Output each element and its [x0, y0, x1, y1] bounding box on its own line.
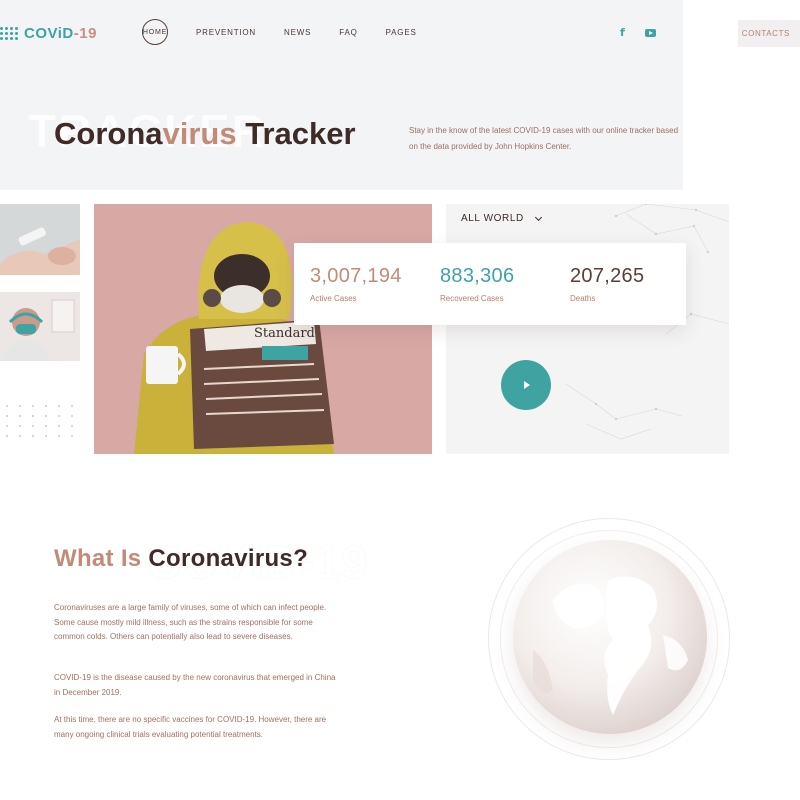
- section-title: What Is Coronavirus?: [54, 545, 309, 572]
- stat-deaths: 207,265 Deaths: [570, 265, 644, 303]
- stat-label: Deaths: [570, 294, 596, 303]
- contacts-button[interactable]: CONTACTS: [738, 20, 800, 47]
- decorative-dots: [6, 405, 76, 437]
- stats-card: 3,007,194 Active Cases 883,306 Recovered…: [294, 243, 686, 325]
- youtube-icon[interactable]: [645, 27, 656, 37]
- stat-label: Active Cases: [310, 294, 357, 303]
- facebook-icon[interactable]: f: [620, 27, 625, 39]
- chevron-down-icon: [534, 213, 542, 221]
- stat-recovered-cases: 883,306 Recovered Cases: [440, 265, 514, 303]
- nav-item-prevention[interactable]: PREVENTION: [196, 28, 256, 37]
- page-title: Coronavirus Tracker: [54, 116, 356, 151]
- logo-text: COViD-19: [24, 24, 97, 42]
- svg-text:Standard: Standard: [254, 326, 315, 341]
- virus-logo-icon: [0, 22, 20, 44]
- stat-active-cases: 3,007,194 Active Cases: [310, 265, 402, 303]
- globe-illustration: [513, 540, 707, 734]
- region-label: ALL WORLD: [461, 213, 524, 224]
- about-paragraph: At this time, there are no specific vacc…: [54, 715, 327, 739]
- stat-value: 3,007,194: [310, 265, 402, 287]
- about-paragraph: COVID-19 is the disease caused by the ne…: [54, 673, 336, 697]
- hand-sanitizer-thumbnail[interactable]: [0, 204, 80, 275]
- masked-doctor-thumbnail[interactable]: [0, 292, 80, 361]
- stat-value: 883,306: [440, 265, 515, 287]
- main-nav: HOME PREVENTION NEWS FAQ PAGES: [142, 19, 445, 45]
- stat-label: Recovered Cases: [440, 294, 504, 303]
- hero-description: Stay in the know of the latest COVID-19 …: [409, 126, 679, 151]
- world-map-panel: [446, 204, 729, 454]
- play-video-button[interactable]: [501, 360, 551, 410]
- nav-item-faq[interactable]: FAQ: [339, 28, 357, 37]
- logo[interactable]: COViD-19: [0, 22, 97, 44]
- nav-item-home[interactable]: HOME: [142, 19, 168, 45]
- about-paragraph: Coronaviruses are a large family of viru…: [54, 603, 327, 641]
- hazmat-person-photo: Standard: [94, 204, 432, 454]
- play-icon: [524, 381, 530, 389]
- region-dropdown[interactable]: ALL WORLD: [461, 213, 542, 224]
- nav-item-news[interactable]: NEWS: [284, 28, 311, 37]
- stat-value: 207,265: [570, 265, 645, 287]
- nav-item-pages[interactable]: PAGES: [386, 28, 417, 37]
